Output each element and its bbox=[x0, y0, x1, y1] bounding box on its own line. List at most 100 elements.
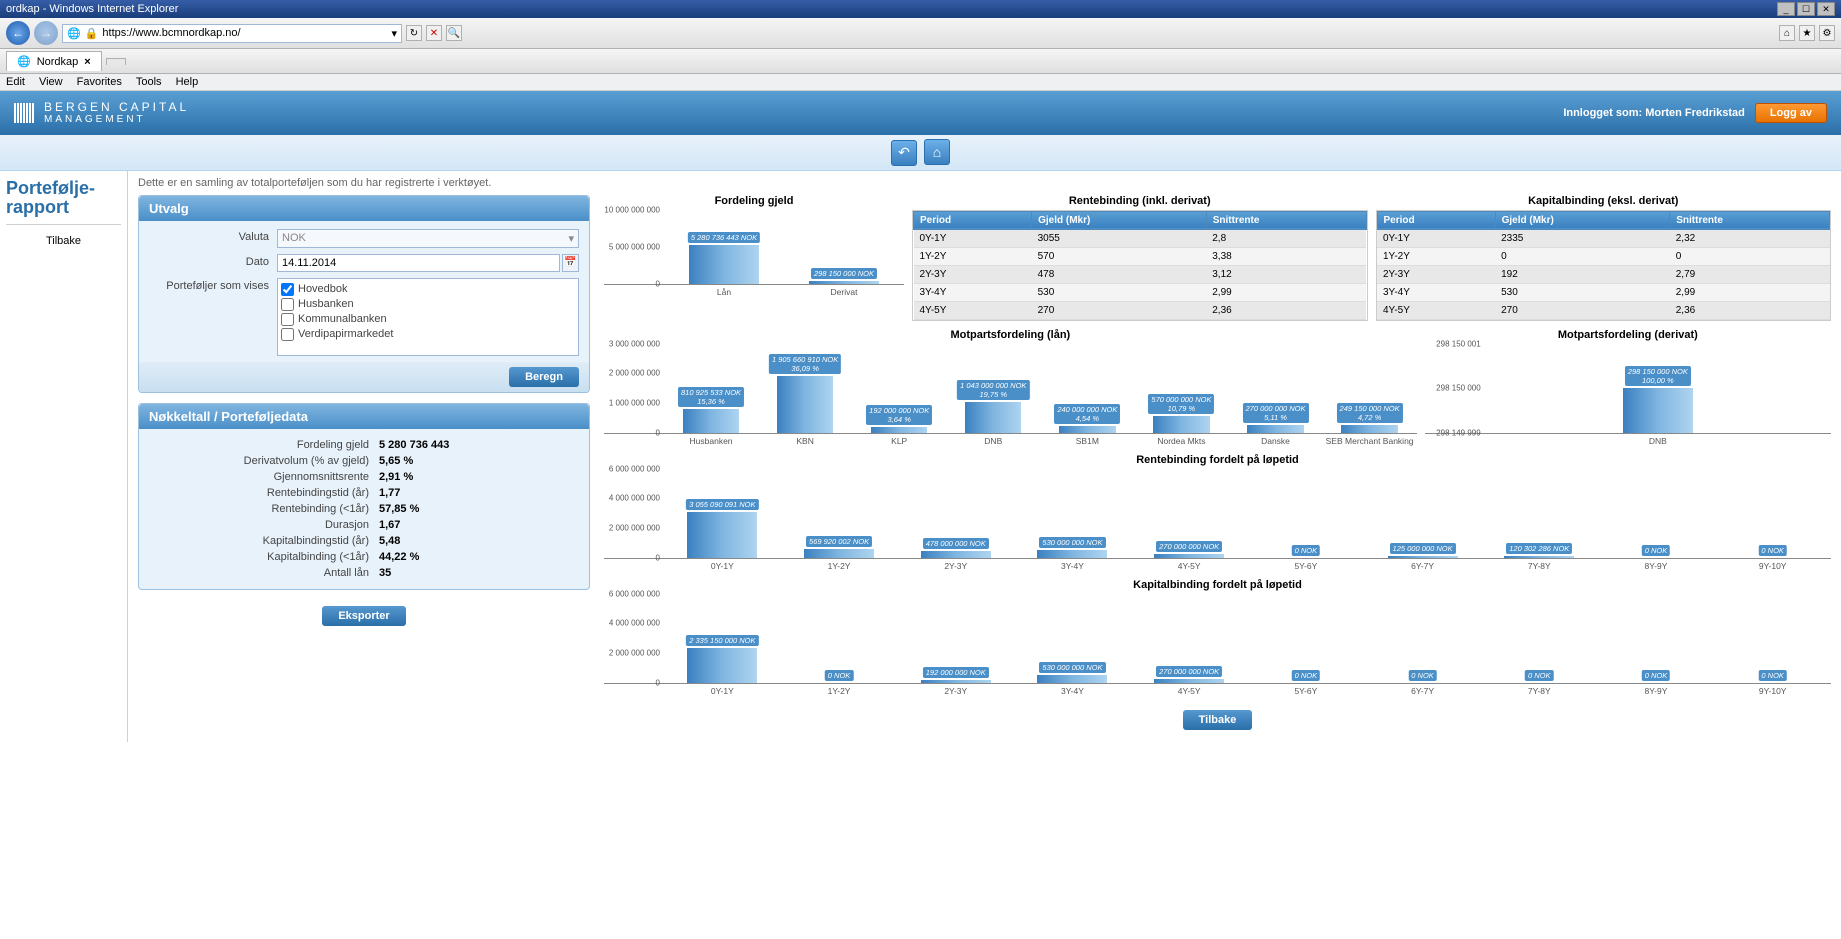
forward-button[interactable]: → bbox=[34, 21, 58, 45]
panel-nokkeltall: Nøkkeltall / Porteføljedata Fordeling gj… bbox=[138, 403, 590, 590]
bar: 1 043 000 000 NOK19,75 % bbox=[965, 402, 1021, 433]
valuta-select[interactable]: NOK ▾ bbox=[277, 229, 579, 248]
portfolio-checkbox[interactable] bbox=[281, 328, 294, 341]
maximize-button[interactable]: ☐ bbox=[1797, 2, 1815, 16]
x-axis: LånDerivat bbox=[604, 285, 904, 297]
x-tick: 2Y-3Y bbox=[897, 559, 1014, 571]
chart-motparts_derivat: 298 149 999298 150 000298 150 001 298 15… bbox=[1425, 344, 1831, 434]
app-header: BERGEN CAPITAL MANAGEMENT Innlogget som:… bbox=[0, 91, 1841, 135]
bar-group: 0 NOK bbox=[1248, 469, 1365, 558]
tilbake-button[interactable]: Tilbake bbox=[1183, 710, 1253, 730]
new-tab-button[interactable] bbox=[106, 58, 126, 65]
table-header: Period bbox=[914, 211, 1032, 229]
lock-icon: 🔒 bbox=[85, 27, 99, 40]
x-tick: 2Y-3Y bbox=[897, 684, 1014, 696]
chart-motparts_lan: 01 000 000 0002 000 000 0003 000 000 000… bbox=[604, 344, 1417, 434]
x-tick: 3Y-4Y bbox=[1014, 559, 1131, 571]
menu-edit[interactable]: Edit bbox=[6, 76, 25, 88]
y-tick: 1 000 000 000 bbox=[609, 399, 660, 408]
dato-input[interactable] bbox=[277, 254, 560, 272]
bar-group: 0 NOK bbox=[1481, 594, 1598, 683]
tab-favicon: 🌐 bbox=[17, 55, 31, 68]
ie-icon: 🌐 bbox=[67, 27, 81, 40]
brand: BERGEN CAPITAL MANAGEMENT bbox=[14, 101, 189, 125]
x-tick: 0Y-1Y bbox=[664, 559, 781, 571]
kv-row: Derivatvolum (% av gjeld)5,65 % bbox=[149, 453, 579, 469]
kv-value: 5 280 736 443 bbox=[379, 439, 449, 451]
dropdown-icon[interactable]: ▾ bbox=[391, 27, 397, 40]
bar: 249 150 000 NOK4,72 % bbox=[1341, 425, 1397, 432]
y-tick: 4 000 000 000 bbox=[609, 494, 660, 503]
home-nav-icon[interactable]: ⌂ bbox=[924, 139, 950, 165]
bar-label: 298 150 000 NOK100,00 % bbox=[1625, 366, 1691, 386]
bar-label: 192 000 000 NOK bbox=[923, 667, 989, 678]
bar: 270 000 000 NOK bbox=[1154, 679, 1224, 683]
y-tick: 2 000 000 000 bbox=[609, 524, 660, 533]
bar-group: 270 000 000 NOK bbox=[1131, 469, 1248, 558]
bar: 530 000 000 NOK bbox=[1037, 675, 1107, 683]
bar: 120 302 286 NOK bbox=[1504, 556, 1574, 558]
portefoljer-listbox[interactable]: HovedbokHusbankenKommunalbankenVerdipapi… bbox=[277, 278, 579, 356]
portfolio-checkbox[interactable] bbox=[281, 313, 294, 326]
minimize-button[interactable]: _ bbox=[1777, 2, 1795, 16]
x-axis: 0Y-1Y1Y-2Y2Y-3Y3Y-4Y4Y-5Y5Y-6Y6Y-7Y7Y-8Y… bbox=[604, 559, 1831, 571]
bar-group: 3 055 090 091 NOK bbox=[664, 469, 781, 558]
logout-button[interactable]: Logg av bbox=[1755, 103, 1827, 123]
y-tick: 4 000 000 000 bbox=[609, 619, 660, 628]
table-kapitalbinding-title: Kapitalbinding (eksl. derivat) bbox=[1376, 195, 1832, 207]
dato-label: Dato bbox=[149, 254, 269, 268]
table-kapitalbinding[interactable]: PeriodGjeld (Mkr)Snittrente0Y-1Y23352,32… bbox=[1376, 210, 1832, 321]
menu-tools[interactable]: Tools bbox=[136, 76, 162, 88]
portfolio-checkbox[interactable] bbox=[281, 298, 294, 311]
kv-value: 1,67 bbox=[379, 519, 400, 531]
menu-favorites[interactable]: Favorites bbox=[77, 76, 122, 88]
kv-row: Antall lån35 bbox=[149, 565, 579, 581]
kv-row: Kapitalbindingstid (år)5,48 bbox=[149, 533, 579, 549]
home-icon[interactable]: ⌂ bbox=[1779, 25, 1795, 41]
x-tick: SB1M bbox=[1040, 434, 1134, 446]
search-icon[interactable]: 🔍 bbox=[446, 25, 462, 41]
x-tick: Derivat bbox=[784, 285, 904, 297]
table-rentebinding[interactable]: PeriodGjeld (Mkr)Snittrente0Y-1Y30552,81… bbox=[912, 210, 1368, 321]
back-button[interactable]: ← bbox=[6, 21, 30, 45]
x-tick: KLP bbox=[852, 434, 946, 446]
sidebar-item-tilbake[interactable]: Tilbake bbox=[6, 231, 121, 251]
portfolio-option[interactable]: Verdipapirmarkedet bbox=[281, 327, 575, 342]
portfolio-checkbox[interactable] bbox=[281, 283, 294, 296]
y-tick: 0 bbox=[656, 428, 660, 437]
x-tick: 1Y-2Y bbox=[781, 559, 898, 571]
beregn-button[interactable]: Beregn bbox=[509, 367, 579, 387]
stop-button[interactable]: ✕ bbox=[426, 25, 442, 41]
tab-label: Nordkap bbox=[37, 56, 79, 68]
close-window-button[interactable]: ✕ bbox=[1817, 2, 1835, 16]
kv-row: Fordeling gjeld5 280 736 443 bbox=[149, 437, 579, 453]
x-tick: DNB bbox=[1485, 434, 1831, 446]
bar: 270 000 000 NOK bbox=[1154, 554, 1224, 558]
refresh-button[interactable]: ↻ bbox=[406, 25, 422, 41]
eksporter-button[interactable]: Eksporter bbox=[322, 606, 405, 626]
bar-group: 810 925 533 NOK15,36 % bbox=[664, 344, 758, 433]
close-tab-button[interactable]: × bbox=[84, 56, 90, 68]
menu-view[interactable]: View bbox=[39, 76, 63, 88]
bar-label: 270 000 000 NOK bbox=[1156, 541, 1222, 552]
browser-tab[interactable]: 🌐 Nordkap × bbox=[6, 51, 102, 71]
bar-label: 249 150 000 NOK4,72 % bbox=[1337, 403, 1403, 423]
portfolio-option[interactable]: Hovedbok bbox=[281, 282, 575, 297]
x-tick: SEB Merchant Banking bbox=[1323, 434, 1417, 446]
url-field[interactable]: 🌐 🔒 https://www.bcmnordkap.no/ ▾ bbox=[62, 24, 402, 43]
brand-logo-icon bbox=[14, 103, 34, 123]
table-row: 4Y-5Y2702,36 bbox=[1377, 301, 1830, 319]
portfolio-option[interactable]: Husbanken bbox=[281, 297, 575, 312]
menu-help[interactable]: Help bbox=[176, 76, 199, 88]
table-header: Period bbox=[1377, 211, 1495, 229]
favorites-icon[interactable]: ★ bbox=[1799, 25, 1815, 41]
back-nav-icon[interactable]: ↶ bbox=[891, 140, 917, 166]
calendar-icon[interactable]: 📅 bbox=[562, 254, 579, 272]
bar-group: 478 000 000 NOK bbox=[897, 469, 1014, 558]
gear-icon[interactable]: ⚙ bbox=[1819, 25, 1835, 41]
table-row: 4Y-5Y2702,36 bbox=[914, 301, 1367, 319]
portfolio-option[interactable]: Kommunalbanken bbox=[281, 312, 575, 327]
bar-label: 570 000 000 NOK10,79 % bbox=[1148, 394, 1214, 414]
chart-title: Rentebinding fordelt på løpetid bbox=[604, 454, 1831, 466]
x-tick: 7Y-8Y bbox=[1481, 684, 1598, 696]
